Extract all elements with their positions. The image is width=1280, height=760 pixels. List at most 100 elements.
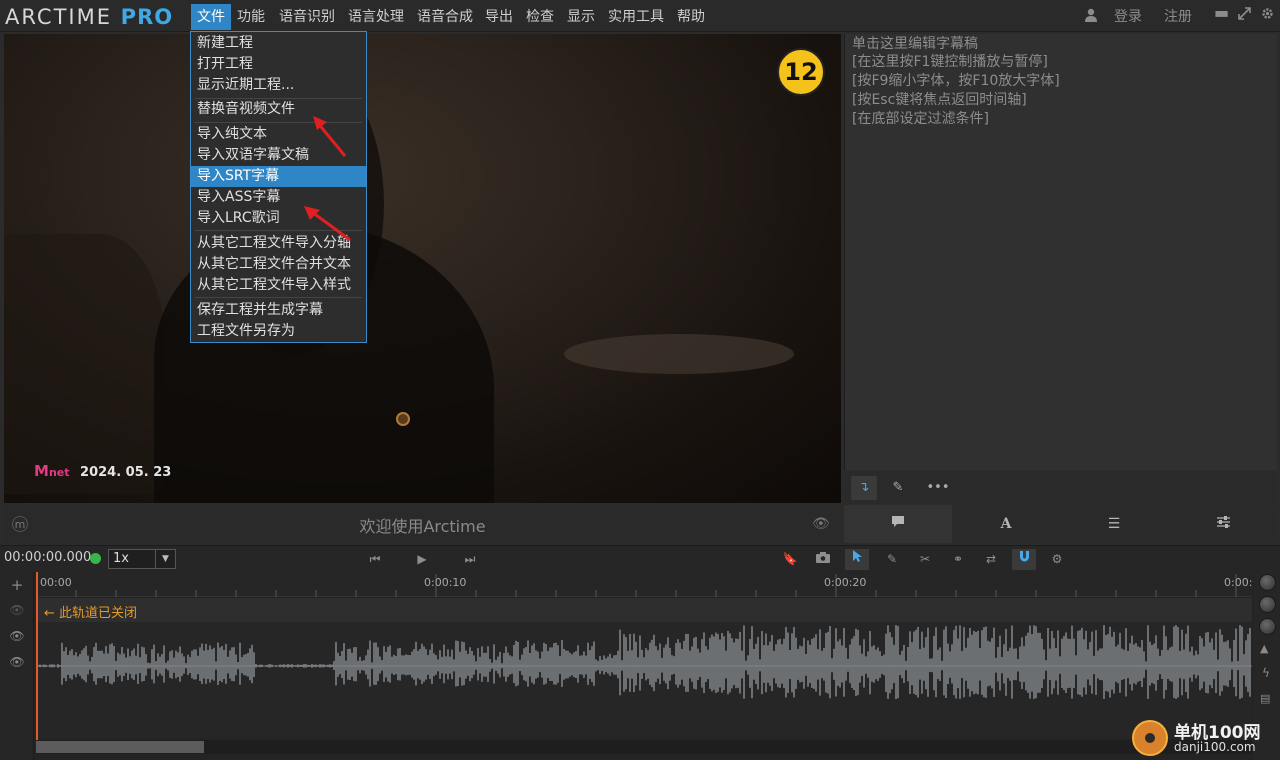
scissors-icon[interactable]: ✂ xyxy=(913,549,937,570)
video-background-shape xyxy=(4,234,164,494)
eye-icon[interactable]: 👁 xyxy=(9,628,25,644)
menu-item-import-timing[interactable]: 从其它工程文件导入分轴 xyxy=(191,233,366,254)
track-controls: + 👁 👁 👁 xyxy=(0,572,34,760)
menu-item-recent-projects[interactable]: 显示近期工程... xyxy=(191,75,366,96)
cursor-tool-icon[interactable] xyxy=(845,549,869,570)
settings-icon[interactable] xyxy=(1261,7,1274,24)
camera-icon[interactable] xyxy=(811,549,835,570)
ruler-label: 0:00:10 xyxy=(424,576,467,589)
file-menu-dropdown: 新建工程 打开工程 显示近期工程... 替换音视频文件 导入纯文本 导入双语字幕… xyxy=(190,31,367,343)
site-watermark: 单机100网 danji100.com xyxy=(1128,718,1280,760)
right-panel-tabs: A ☰ xyxy=(844,505,1277,543)
menu-export[interactable]: 导出 xyxy=(479,4,519,30)
zoom-knob[interactable] xyxy=(1259,618,1276,635)
ruler-ticks xyxy=(36,574,1237,597)
menu-item-new-project[interactable]: 新建工程 xyxy=(191,33,366,54)
maximize-icon[interactable] xyxy=(1238,7,1251,24)
menu-separator xyxy=(195,122,362,123)
welcome-message: 欢迎使用Arctime xyxy=(359,517,486,536)
timeline[interactable]: + 👁 👁 👁 00:00 0:00:10 0:00:20 0:00: ← 此轨… xyxy=(0,572,1280,760)
playhead[interactable] xyxy=(36,572,38,742)
video-background-shape xyxy=(564,334,794,374)
login-link[interactable]: 登录 xyxy=(1114,6,1142,26)
scrollbar-thumb[interactable] xyxy=(36,741,204,753)
tab-comments[interactable] xyxy=(844,505,952,543)
ruler-label: 0:00: xyxy=(1224,576,1253,589)
menu-item-import-srt[interactable]: 导入SRT字幕 xyxy=(191,166,366,187)
menu-separator xyxy=(195,230,362,231)
menu-tools[interactable]: 实用工具 xyxy=(602,4,670,30)
menu-item-replace-media[interactable]: 替换音视频文件 xyxy=(191,99,366,120)
play-icon[interactable]: ▶ xyxy=(410,549,434,570)
video-figure-button xyxy=(396,412,410,426)
eye-icon[interactable]: 👁 xyxy=(9,654,25,670)
menu-help[interactable]: 帮助 xyxy=(671,4,711,30)
gear-icon[interactable]: ⚙ xyxy=(1045,549,1069,570)
tab-list[interactable]: ☰ xyxy=(1060,505,1168,543)
line-break-icon[interactable]: ↴ xyxy=(851,476,877,500)
timeline-scrollbar[interactable] xyxy=(36,740,1252,754)
speed-value: 1x xyxy=(113,551,129,566)
editor-toolbar: ↴ ✎ ••• xyxy=(844,472,1277,504)
menu-item-open-project[interactable]: 打开工程 xyxy=(191,54,366,75)
magnet-icon[interactable] xyxy=(1012,549,1036,570)
skip-forward-icon[interactable]: ⏭ xyxy=(458,549,482,570)
site-watermark-url: danji100.com xyxy=(1174,740,1256,754)
editor-hint: [按F9缩小字体，按F10放大字体] xyxy=(852,73,1060,89)
menu-item-save-and-generate[interactable]: 保存工程并生成字幕 xyxy=(191,300,366,321)
minimize-icon[interactable]: ▬ xyxy=(1214,3,1229,22)
list-icon: ☰ xyxy=(1107,516,1121,532)
closed-track[interactable]: ← 此轨道已关闭 xyxy=(36,598,1252,622)
audio-waveform xyxy=(36,624,1252,700)
sliders-icon xyxy=(1216,516,1230,528)
pencil-icon[interactable]: ✎ xyxy=(885,476,911,500)
eye-hidden-icon[interactable]: 👁 xyxy=(9,602,25,618)
ruler-label: 00:00 xyxy=(40,576,72,589)
chart-icon[interactable]: ▲ xyxy=(1260,642,1268,655)
editor-hint: [在底部设定过滤条件] xyxy=(852,111,989,127)
swap-icon[interactable]: ⇄ xyxy=(979,549,1003,570)
subtitle-script-editor[interactable]: 单击这里编辑字幕稿 [在这里按F1键控制播放与暂停] [按F9缩小字体，按F10… xyxy=(844,34,1277,470)
more-icon[interactable]: ••• xyxy=(925,476,951,500)
link-icon[interactable]: ⚭ xyxy=(946,549,970,570)
audio-waveform-track[interactable] xyxy=(36,622,1252,738)
video-preview[interactable]: Mnet 2024. 05. 23 12 xyxy=(4,34,841,503)
menu-features[interactable]: 功能 xyxy=(231,4,271,30)
time-ruler[interactable]: 00:00 0:00:10 0:00:20 0:00: xyxy=(36,572,1252,597)
menu-item-import-bilingual[interactable]: 导入双语字幕文稿 xyxy=(191,145,366,166)
volume-knob[interactable] xyxy=(1259,596,1276,613)
edit-tool-icon[interactable]: ✎ xyxy=(880,549,904,570)
menu-item-import-plain-text[interactable]: 导入纯文本 xyxy=(191,124,366,145)
menu-item-import-ass[interactable]: 导入ASS字幕 xyxy=(191,187,366,208)
playback-speed-select[interactable]: 1x ▼ xyxy=(108,549,176,569)
menu-speech-recognition[interactable]: 语音识别 xyxy=(273,4,341,30)
status-indicator xyxy=(90,553,101,564)
menu-item-import-style[interactable]: 从其它工程文件导入样式 xyxy=(191,275,366,296)
subtitle-icon[interactable]: ▤ xyxy=(1260,692,1270,705)
menu-view[interactable]: 显示 xyxy=(561,4,601,30)
tab-settings[interactable] xyxy=(1169,505,1277,543)
eye-icon[interactable]: 👁 xyxy=(812,516,830,532)
menu-item-save-as[interactable]: 工程文件另存为 xyxy=(191,321,366,342)
site-logo-icon xyxy=(1132,720,1168,756)
menu-check[interactable]: 检查 xyxy=(520,4,560,30)
editor-hint: [在这里按F1键控制播放与暂停] xyxy=(852,54,1048,70)
transport-bar: 00:00:00.000 1x ▼ ⏮ ▶ ⏭ 🔖 ✎ ✂ ⚭ ⇄ ⚙ xyxy=(0,545,1280,572)
register-link[interactable]: 注册 xyxy=(1164,6,1192,26)
menu-item-merge-text[interactable]: 从其它工程文件合并文本 xyxy=(191,254,366,275)
volume-knob[interactable] xyxy=(1259,574,1276,591)
editor-hint: [按Esc键将焦点返回时间轴] xyxy=(852,92,1027,108)
step-number-badge: 12 xyxy=(777,48,825,96)
tab-font-style[interactable]: A xyxy=(952,505,1060,543)
lightning-icon[interactable]: ϟ xyxy=(1262,666,1270,680)
menu-separator xyxy=(195,297,362,298)
menu-speech-synthesis[interactable]: 语音合成 xyxy=(411,4,479,30)
user-icon xyxy=(1085,8,1097,26)
menu-file[interactable]: 文件 xyxy=(191,4,231,30)
status-bar: m 欢迎使用Arctime 👁 xyxy=(4,505,841,543)
menu-item-import-lrc[interactable]: 导入LRC歌词 xyxy=(191,208,366,229)
add-track-icon[interactable]: + xyxy=(9,577,25,593)
menu-language-processing[interactable]: 语言处理 xyxy=(342,4,410,30)
skip-back-icon[interactable]: ⏮ xyxy=(363,549,387,570)
bookmark-icon[interactable]: 🔖 xyxy=(778,549,802,570)
